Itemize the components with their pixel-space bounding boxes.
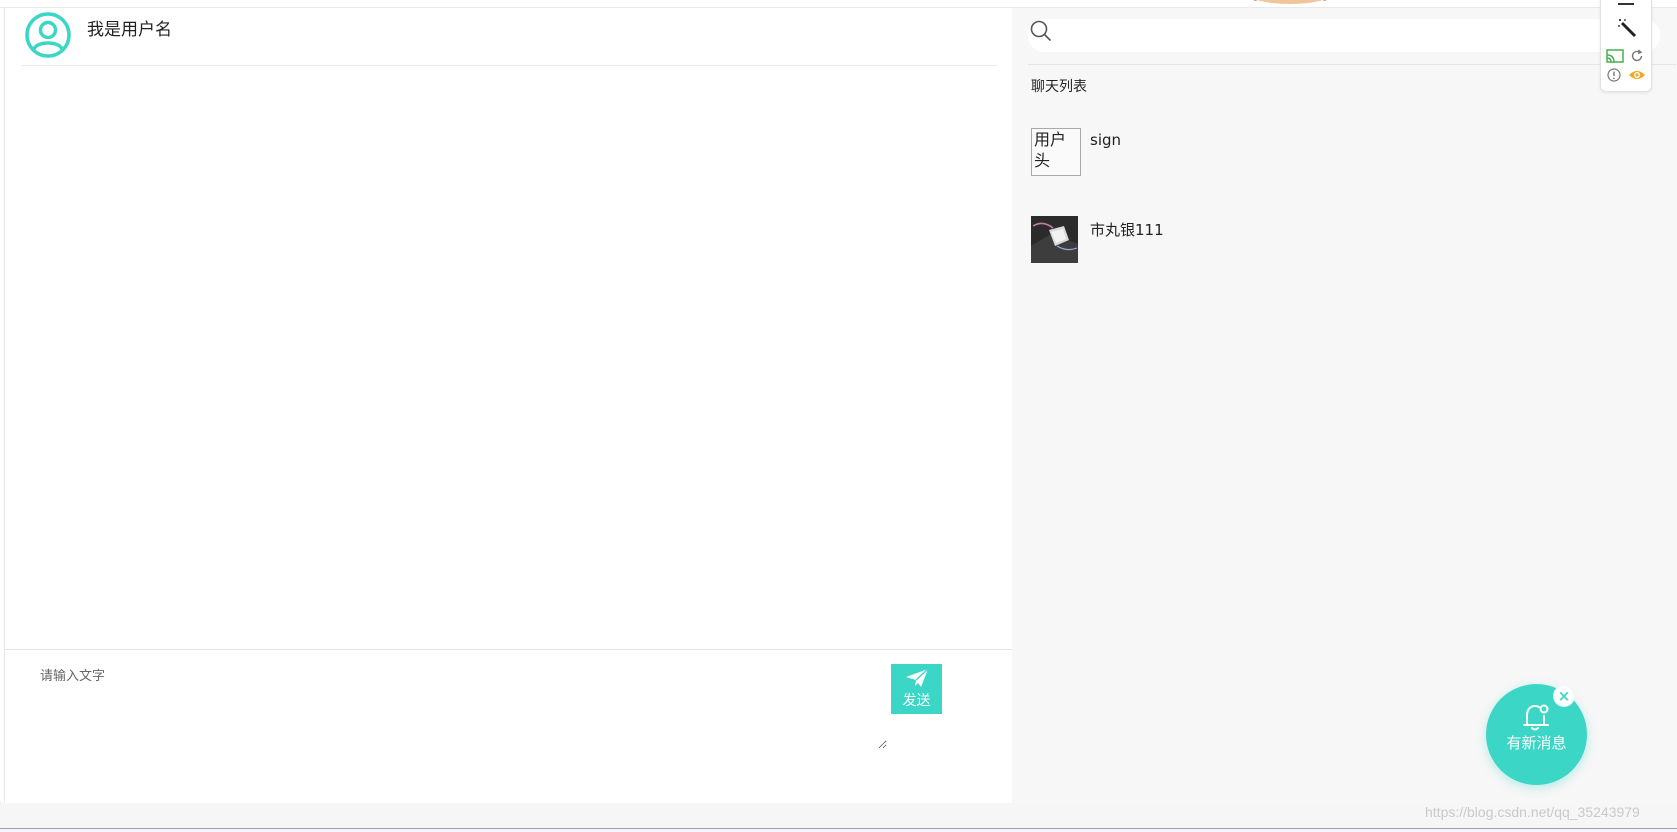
search-box [1028,19,1660,52]
warning-icon[interactable] [1607,68,1621,82]
menu-icon[interactable] [1616,1,1636,7]
extension-toolbar [1600,0,1652,92]
send-button[interactable]: 发送 [891,664,942,714]
user-avatar-icon [25,12,71,58]
search-input[interactable] [1062,19,1652,52]
contact-name: 市丸银111 [1090,221,1164,239]
chat-list-panel: 聊天列表 用户头 sign 市丸银111 [1012,8,1677,803]
contact-avatar-broken-image: 用户头 [1031,128,1081,176]
contact-photo-thumbnail [1031,216,1078,263]
contact-item[interactable]: 市丸银111 [1031,216,1651,266]
contact-item[interactable]: 用户头 sign [1031,128,1651,178]
watermark: https://blog.csdn.net/qq_35243979 [1425,804,1640,820]
chat-user-name: 我是用户名 [87,20,172,40]
chat-header: 我是用户名 [22,8,997,66]
new-message-label: 有新消息 [1506,734,1567,752]
chat-list-title: 聊天列表 [1031,79,1087,95]
cast-icon[interactable] [1606,49,1624,63]
chat-panel: 我是用户名 发送 [5,8,1012,803]
message-textarea[interactable] [30,659,887,749]
mascot-decoration [1253,0,1327,4]
send-button-label: 发送 [902,693,931,709]
eye-icon[interactable] [1628,68,1646,82]
bell-icon [1523,704,1549,731]
paper-plane-icon [905,668,928,687]
contact-name: sign [1090,131,1122,149]
divider [1028,64,1676,65]
search-icon[interactable] [1030,20,1052,42]
contact-avatar [1031,216,1078,263]
close-icon[interactable]: × [1553,685,1575,707]
message-input-area: 发送 [5,649,1012,803]
page-bottom-border [0,828,1677,829]
magic-wand-icon[interactable] [1616,17,1638,39]
refresh-icon[interactable] [1630,49,1644,63]
